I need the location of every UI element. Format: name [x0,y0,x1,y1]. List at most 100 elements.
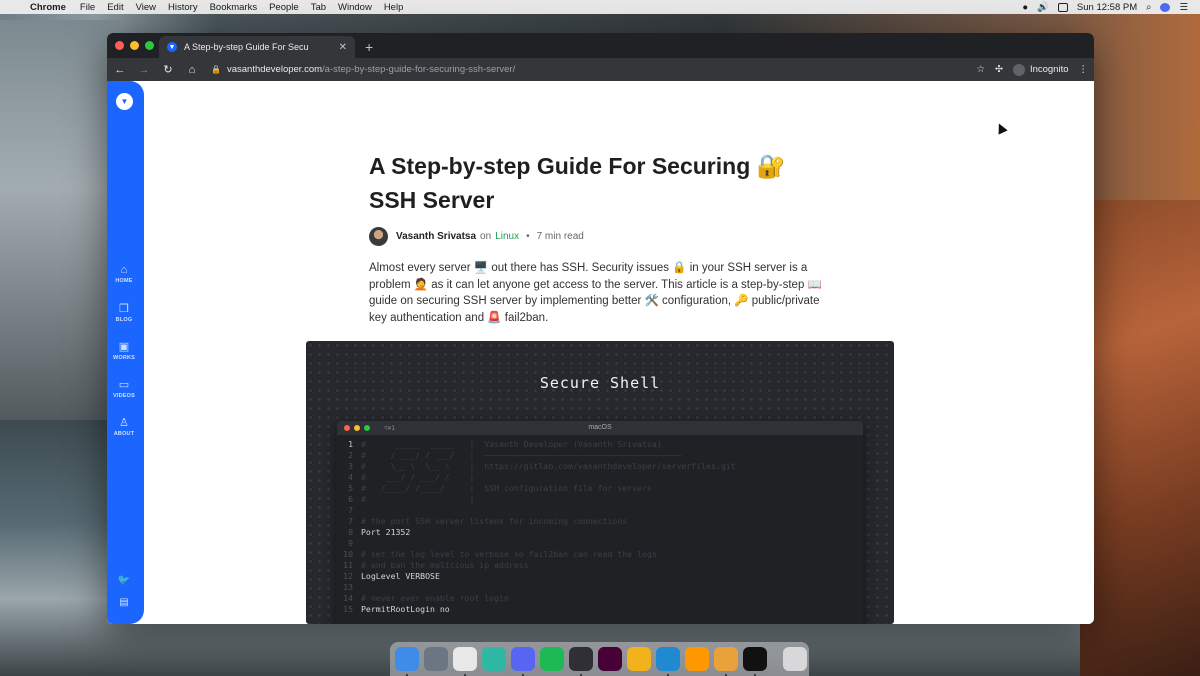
volume-icon[interactable]: 🔊 [1037,2,1049,13]
browser-toolbar: ← → ↻ ⌂ 🔒 vasanthdeveloper.com/a-step-by… [107,58,1094,81]
battery-icon[interactable] [1057,2,1068,12]
lock-icon[interactable]: 🔒 [211,65,221,74]
code-text: # /____/ /____/ | SSH configuration file… [361,483,652,493]
code-line: 4 # ___/ / ___/ / | [337,472,863,483]
code-line: 11 # and ban the malicious ip address [337,560,863,571]
home-button[interactable]: ⌂ [185,64,199,76]
dock-trash-icon[interactable] [783,647,807,671]
zoom-window-button[interactable] [145,41,154,50]
article-title: A Step-by-step Guide For Securing 🔐 SSH … [369,149,829,217]
terminal-title: macOS [588,424,612,431]
menu-bar: Chrome File Edit View History Bookmarks … [0,0,1200,14]
forward-button[interactable]: → [137,64,151,76]
author-avatar[interactable] [369,227,388,246]
menu-view[interactable]: View [130,2,162,13]
article-title-line1: A Step-by-step Guide For Securing 🔐 [369,153,786,179]
sidebar-item-works[interactable]: ▣ WORKS [107,340,141,361]
dock-finder-icon[interactable] [395,647,419,676]
dock-spotify-icon[interactable] [540,647,564,671]
new-tab-button[interactable]: + [355,39,373,58]
home-icon: ⌂ [120,264,128,276]
sidebar-item-label: BLOG [115,317,133,323]
menu-people[interactable]: People [263,2,305,13]
code-line: 2 # / ___/ / ___/ | —————————————————————… [337,450,863,461]
menu-tab[interactable]: Tab [305,2,332,13]
site-favicon-icon: ▼ [167,42,177,52]
close-window-button[interactable] [115,41,124,50]
bookmark-star-icon[interactable]: ☆ [976,64,985,75]
line-number: 9 [348,538,353,548]
message-icon[interactable]: ▤ [107,597,141,608]
video-icon: ▭ [118,379,130,391]
menu-clock[interactable]: Sun 12:58 PM [1077,2,1137,13]
line-number: 6 [348,494,353,504]
line-number: 15 [343,604,353,614]
dock-adobe-xd-icon[interactable] [598,647,622,671]
line-number: 4 [348,472,353,482]
meta-on: on [480,231,492,242]
menu-history[interactable]: History [162,2,204,13]
sidebar-item-label: VIDEOS [113,393,135,399]
sidebar-item-label: WORKS [112,355,136,361]
menu-help[interactable]: Help [378,2,410,13]
dock-sublime-text-icon[interactable] [685,647,709,671]
code-text: # ___/ / ___/ / | [361,472,475,482]
code-line: 5 # /____/ /____/ | SSH configuration fil… [337,483,863,494]
code-line: 12 LogLevel VERBOSE [337,571,863,582]
url-host: vasanthdeveloper.com [226,64,323,75]
extensions-icon[interactable]: ✣ [995,64,1003,75]
category-link[interactable]: Linux [495,231,519,242]
wallpaper-cliff [1080,200,1200,676]
sidebar-item-blog[interactable]: ❐ BLOG [107,302,141,323]
code-line: 14 # never ever enable root login [337,593,863,604]
code-line: 7 [337,505,863,516]
line-number: 5 [348,483,353,493]
menu-bookmarks[interactable]: Bookmarks [204,2,264,13]
menu-edit[interactable]: Edit [101,2,129,13]
back-button[interactable]: ← [113,64,127,76]
sidebar-item-videos[interactable]: ▭ VIDEOS [107,378,141,399]
menu-file[interactable]: File [74,2,101,13]
dock-discord-icon[interactable] [511,647,535,676]
code-text: Port 21352 [361,527,411,537]
sidebar-item-home[interactable]: ⌂ HOME [107,263,141,284]
author-name[interactable]: Vasanth Srivatsa [396,231,476,242]
code-text: # and ban the malicious ip address [361,560,529,570]
reload-button[interactable]: ↻ [161,63,175,76]
menu-app-name[interactable]: Chrome [28,2,74,13]
wallpaper-fog [0,20,120,440]
article-meta: Vasanth Srivatsa on Linux • 7 min read [369,227,829,246]
code-line: 6 # | [337,494,863,505]
code-line: 13 [337,582,863,593]
sidebar-item-about[interactable]: ♙ ABOUT [107,416,141,437]
dock-vector-app-icon[interactable] [627,647,651,671]
spotlight-icon[interactable]: ⌕ [1146,2,1151,13]
line-number: 8 [348,527,353,537]
more-menu-icon[interactable]: ⋮ [1079,64,1089,75]
twitter-icon[interactable]: 🐦 [107,575,141,586]
line-number: 13 [343,582,353,592]
url-path: /a-step-by-step-guide-for-securing-ssh-s… [322,64,516,75]
browser-tab-active[interactable]: ▼ A Step-by-step Guide For Secu ✕ [159,36,355,58]
control-center-icon[interactable]: ☰ [1179,2,1188,13]
code-text: # _____ _____ | Vasanth Developer (Vasan… [361,439,662,449]
siri-icon[interactable] [1160,2,1171,12]
menu-window[interactable]: Window [332,2,378,13]
site-logo-icon[interactable]: ▼ [116,93,133,110]
page-viewport: ▼ ⌂ HOME ❐ BLOG ▣ WORKS ▭ VIDEOS ♙ ABOUT… [107,81,1094,624]
record-icon[interactable]: ● [1022,2,1028,13]
tab-close-icon[interactable]: ✕ [339,42,347,53]
incognito-indicator[interactable]: Incognito [1012,63,1069,76]
user-icon: ♙ [119,417,129,429]
minimize-window-button[interactable] [130,41,139,50]
dock-vscode-icon[interactable] [656,647,680,676]
dock-terminal-icon[interactable] [743,647,767,676]
dock-obs-icon[interactable] [569,647,593,676]
dock-cyberduck-icon[interactable] [714,647,738,676]
code-line: 10 # set the log level to verbose so fail… [337,549,863,560]
address-bar[interactable]: 🔒 vasanthdeveloper.com/a-step-by-step-gu… [209,62,966,78]
dock-launchpad-icon[interactable] [424,647,448,671]
dock-chrome-icon[interactable] [453,647,477,676]
dock-mail-icon[interactable] [482,647,506,671]
terminal-titlebar: ⌥⌘1 macOS [337,421,863,435]
